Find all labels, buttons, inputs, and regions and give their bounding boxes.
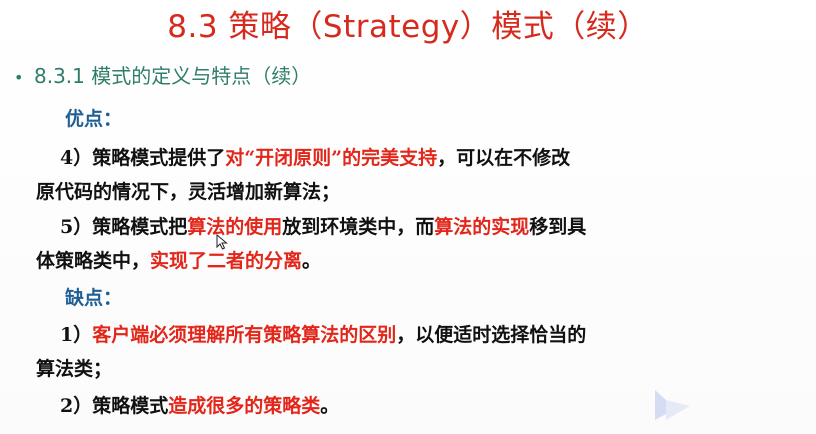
- slide: 8.3 策略（Strategy）模式（续） • 8.3.1 模式的定义与特点（续）…: [0, 0, 816, 434]
- emphasis-text: 实现了二者的分离: [150, 250, 303, 272]
- bullet-icon: •: [14, 68, 24, 87]
- text-run: 1）: [60, 324, 93, 346]
- advantage-item-5: 5）策略模式把算法的使用放到环境类中，而算法的实现移到具 体策略类中，实现了二者…: [36, 210, 810, 278]
- disadvantage-item-1: 1）客户端必须理解所有策略算法的区别，以便适时选择恰当的 算法类；: [36, 318, 810, 386]
- text-run: 原代码的情况下，灵活增加新算法；: [36, 181, 341, 203]
- text-run: 移到具: [529, 216, 587, 238]
- text-run: 2）策略模式: [60, 395, 169, 417]
- disadvantage-item-1-line-1: 1）客户端必须理解所有策略算法的区别，以便适时选择恰当的: [60, 318, 810, 352]
- emphasis-text: 算法的实现: [434, 216, 530, 238]
- disadvantages-label: 缺点：: [65, 287, 123, 309]
- emphasis-text: 对“开闭原则”的完美支持: [225, 147, 438, 169]
- text-run: 5）策略模式把: [60, 216, 188, 238]
- disadvantage-item-2-line-1: 2）策略模式造成很多的策略类。: [60, 389, 810, 423]
- section-heading: • 8.3.1 模式的定义与特点（续）: [14, 62, 311, 92]
- text-run: 。: [320, 395, 340, 417]
- text-run: 放到环境类中，而: [282, 216, 435, 238]
- section-heading-text: 8.3.1 模式的定义与特点（续）: [34, 64, 312, 88]
- advantage-item-4-line-2: 原代码的情况下，灵活增加新算法；: [36, 175, 810, 209]
- text-run: 4）策略模式提供了: [60, 147, 226, 169]
- emphasis-text: 客户端必须理解所有策略算法的区别: [92, 324, 397, 346]
- text-run: ，以便适时选择恰当的: [396, 324, 587, 346]
- text-run: 体策略类中，: [36, 250, 151, 272]
- text-run: 。: [302, 250, 322, 272]
- player-logo-icon: [655, 390, 690, 420]
- disadvantage-item-2: 2）策略模式造成很多的策略类。: [60, 389, 810, 423]
- mouse-cursor-icon: [216, 234, 228, 250]
- text-run: 算法类；: [36, 358, 113, 380]
- advantage-item-4-line-1: 4）策略模式提供了对“开闭原则”的完美支持，可以在不修改: [60, 141, 810, 175]
- advantages-label: 优点：: [65, 108, 123, 130]
- disadvantage-item-1-line-2: 算法类；: [36, 352, 810, 386]
- text-run: ，可以在不修改: [437, 147, 571, 169]
- slide-title: 8.3 策略（Strategy）模式（续）: [167, 9, 649, 45]
- emphasis-text: 造成很多的策略类: [168, 395, 321, 417]
- emphasis-text: 算法的使用: [187, 216, 283, 238]
- advantage-item-4: 4）策略模式提供了对“开闭原则”的完美支持，可以在不修改 原代码的情况下，灵活增…: [36, 141, 810, 209]
- advantage-item-5-line-2: 体策略类中，实现了二者的分离。: [36, 244, 810, 278]
- advantage-item-5-line-1: 5）策略模式把算法的使用放到环境类中，而算法的实现移到具: [60, 210, 810, 244]
